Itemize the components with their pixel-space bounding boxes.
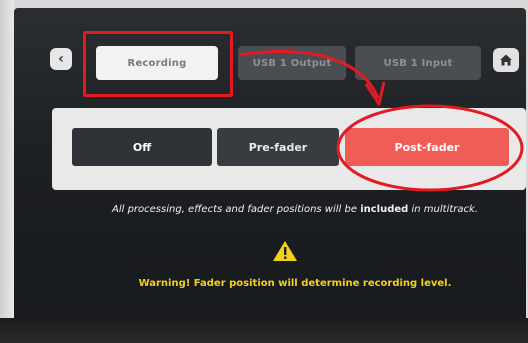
back-button[interactable]: ‹ [50, 48, 72, 70]
chevron-left-icon: ‹ [58, 51, 64, 67]
option-post-fader-button[interactable]: Post-fader [345, 128, 509, 166]
warning-triangle-icon [273, 241, 297, 261]
device-bottom-edge [0, 318, 528, 343]
option-label: Off [132, 140, 152, 154]
tab-label: USB 1 Output [252, 57, 332, 69]
tab-usb1-output[interactable]: USB 1 Output [238, 46, 346, 80]
tab-label: USB 1 Input [383, 57, 453, 69]
option-pre-fader-button[interactable]: Pre-fader [217, 128, 339, 166]
home-icon [500, 54, 512, 66]
device-bezel [0, 0, 14, 343]
info-text: All processing, effects and fader positi… [60, 204, 528, 215]
option-label: Pre-fader [248, 140, 308, 154]
info-text-start: All processing, effects and fader positi… [112, 204, 361, 215]
option-label: Post-fader [394, 140, 460, 154]
info-text-end: in multitrack. [408, 204, 478, 215]
info-text-emphasis: included [360, 204, 409, 215]
option-off-button[interactable]: Off [72, 128, 212, 166]
warning-message: Warning! Fader position will determine r… [138, 278, 452, 289]
annotation-highlight-box [83, 31, 233, 97]
home-button[interactable] [493, 48, 519, 72]
tab-usb1-input[interactable]: USB 1 Input [355, 46, 481, 80]
